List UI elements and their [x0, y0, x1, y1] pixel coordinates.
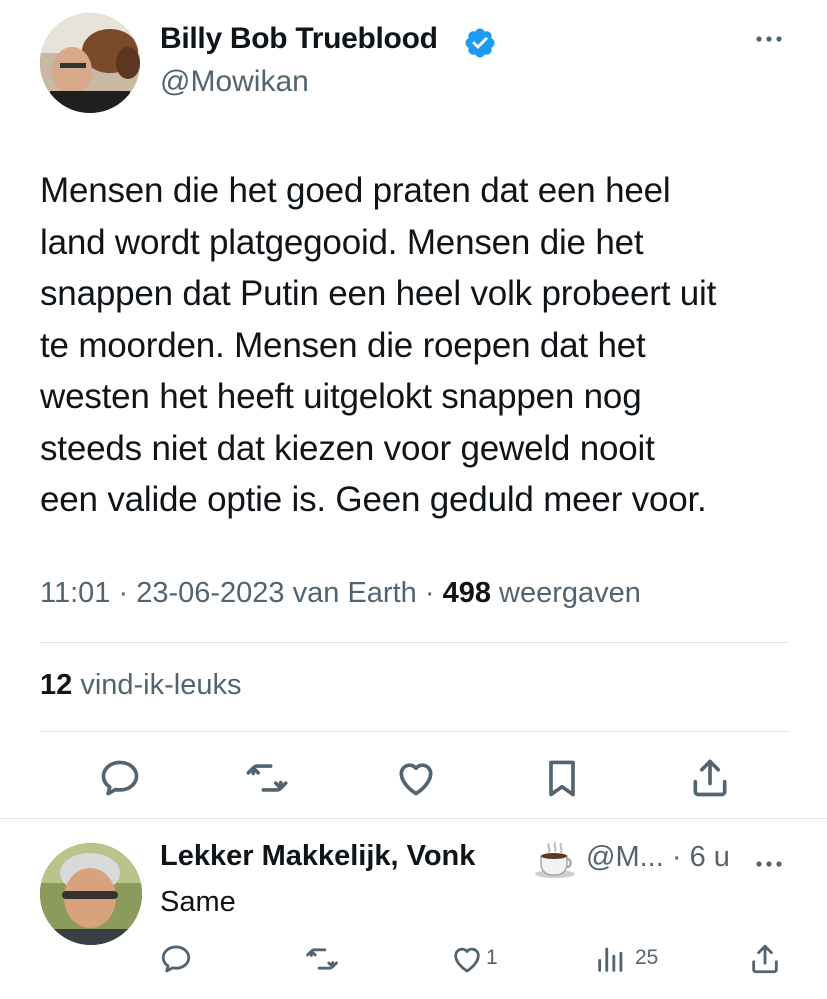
reply-icon[interactable] [159, 942, 193, 976]
views-label: weergaven [499, 577, 641, 609]
meta-separator: · [118, 577, 129, 609]
avatar-image [40, 13, 140, 113]
reply-views-count: 25 [635, 946, 659, 969]
likes-summary[interactable]: 12 vind-ik-leuks [40, 669, 242, 702]
tweet-text: Mensen die het goed praten dat een heel … [40, 171, 717, 519]
coffee-icon [535, 842, 575, 878]
author-handle[interactable]: @Mowikan [160, 65, 309, 99]
more-icon[interactable] [752, 847, 786, 881]
likes-count: 12 [40, 669, 73, 701]
reply-handle[interactable]: @M... [586, 841, 664, 873]
reply-like-count: 1 [486, 946, 498, 969]
meta-separator: · [424, 577, 435, 609]
tweet-time[interactable]: 11:01 [40, 577, 110, 609]
share-icon[interactable] [688, 756, 732, 800]
author-name[interactable]: Billy Bob Trueblood [160, 22, 438, 56]
section-divider [0, 818, 827, 819]
verified-badge-icon [465, 28, 495, 58]
likes-label: vind-ik-leuks [80, 669, 242, 701]
reply-avatar-image [40, 843, 142, 945]
heart-icon[interactable] [394, 756, 438, 800]
meta-separator: · [671, 841, 682, 873]
author-avatar[interactable] [40, 13, 140, 113]
heart-icon[interactable] [450, 942, 484, 976]
reply-text: Same [160, 886, 236, 918]
more-icon[interactable] [752, 22, 786, 56]
tweet-date[interactable]: 23-06-2023 [136, 577, 284, 609]
share-icon[interactable] [748, 942, 782, 976]
views-icon[interactable] [594, 942, 628, 976]
divider [40, 731, 788, 732]
tweet-meta: 11:01 · 23-06-2023 van Earth · 498 weerg… [40, 577, 641, 610]
reply-author-name[interactable]: Lekker Makkelijk, Vonk [160, 840, 475, 873]
retweet-icon[interactable] [245, 756, 289, 800]
divider [40, 642, 788, 643]
reply-author-meta: @M... · 6 u [586, 841, 730, 874]
reply-icon[interactable] [98, 756, 142, 800]
reply-author-avatar[interactable] [40, 843, 142, 945]
views-count: 498 [442, 577, 491, 609]
reply-time[interactable]: 6 u [690, 841, 730, 873]
retweet-icon[interactable] [305, 942, 339, 976]
bookmark-icon[interactable] [540, 756, 584, 800]
tweet-source: van Earth [292, 577, 417, 609]
